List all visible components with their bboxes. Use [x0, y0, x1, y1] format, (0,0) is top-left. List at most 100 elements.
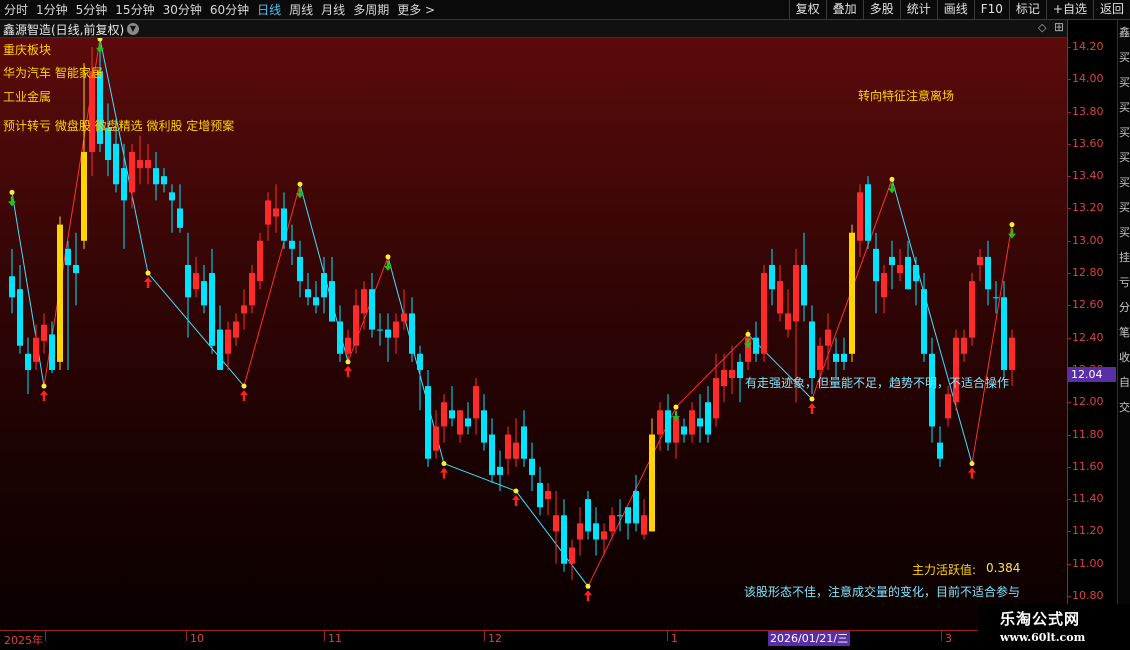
candle[interactable] [849, 224, 855, 362]
candle[interactable] [505, 426, 511, 475]
candle[interactable] [65, 240, 71, 370]
candle[interactable] [209, 248, 215, 354]
candle[interactable] [393, 313, 399, 354]
candle[interactable] [489, 418, 495, 483]
candle[interactable] [617, 499, 623, 532]
candle[interactable] [121, 143, 127, 249]
candle[interactable] [329, 256, 335, 322]
candle[interactable] [129, 143, 135, 209]
candle[interactable] [681, 418, 687, 443]
candle[interactable] [897, 248, 903, 282]
candle[interactable] [337, 305, 343, 362]
candle[interactable] [737, 353, 743, 403]
candle[interactable] [761, 264, 767, 362]
overlay-button[interactable]: 叠加 [825, 0, 863, 20]
candle[interactable] [545, 482, 551, 516]
tab-15min[interactable]: 15分钟 [111, 0, 158, 20]
candle[interactable] [937, 426, 943, 467]
candle[interactable] [409, 297, 415, 362]
candle[interactable] [1001, 281, 1007, 379]
candle[interactable] [41, 313, 47, 354]
candle[interactable] [873, 232, 879, 314]
candle[interactable] [513, 418, 519, 467]
candle[interactable] [945, 386, 951, 427]
candle[interactable] [913, 256, 919, 306]
candle[interactable] [9, 248, 15, 314]
candle[interactable] [297, 240, 303, 298]
candle[interactable] [161, 168, 167, 193]
tab-daily[interactable]: 日线 [253, 0, 285, 20]
candle[interactable] [105, 103, 111, 177]
candle[interactable] [649, 418, 655, 532]
candle[interactable] [537, 466, 543, 516]
candle[interactable] [305, 273, 311, 306]
candle[interactable] [217, 305, 223, 370]
candle[interactable] [561, 499, 567, 572]
tab-5min[interactable]: 5分钟 [72, 0, 112, 20]
candle[interactable] [841, 337, 847, 370]
candle[interactable] [201, 264, 207, 314]
candle[interactable] [417, 345, 423, 411]
tab-monthly[interactable]: 月线 [317, 0, 349, 20]
candle[interactable] [441, 394, 447, 443]
expand-icon[interactable]: ⊞ [1054, 20, 1064, 34]
candle[interactable] [529, 442, 535, 492]
candle[interactable] [273, 184, 279, 233]
candle[interactable] [705, 386, 711, 443]
kline-chart-area[interactable] [0, 20, 1067, 630]
candle[interactable] [753, 321, 759, 362]
multi-stock-button[interactable]: 多股 [862, 0, 900, 20]
candle[interactable] [801, 232, 807, 322]
candle[interactable] [281, 192, 287, 249]
candle[interactable] [353, 289, 359, 354]
candle[interactable] [17, 264, 23, 354]
candle[interactable] [33, 324, 39, 370]
add-watchlist-button[interactable]: +自选 [1045, 0, 1093, 20]
tab-60min[interactable]: 60分钟 [206, 0, 253, 20]
candle[interactable] [193, 256, 199, 298]
candle[interactable] [585, 491, 591, 540]
candle[interactable] [601, 523, 607, 556]
candle[interactable] [361, 281, 367, 330]
candle[interactable] [137, 135, 143, 185]
candle[interactable] [449, 386, 455, 427]
candle[interactable] [225, 321, 231, 370]
candle[interactable] [985, 240, 991, 306]
candle[interactable] [497, 450, 503, 492]
candle[interactable] [257, 232, 263, 290]
candle[interactable] [577, 507, 583, 556]
candle[interactable] [865, 176, 871, 249]
side-strip[interactable]: 鑫买买买买买买买买挂亏分笔收自交 [1117, 20, 1130, 630]
candle[interactable] [473, 378, 479, 435]
candle[interactable] [25, 337, 31, 395]
tab-weekly[interactable]: 周线 [285, 0, 317, 20]
candle[interactable] [177, 184, 183, 233]
candle[interactable] [953, 329, 959, 411]
tab-1min[interactable]: 1分钟 [32, 0, 72, 20]
candle[interactable] [977, 248, 983, 282]
candlestick-chart[interactable] [0, 20, 1067, 630]
candle[interactable] [521, 410, 527, 467]
tab-more[interactable]: 更多 > [393, 0, 439, 20]
candle[interactable] [833, 337, 839, 379]
candle[interactable] [233, 313, 239, 346]
candle[interactable] [969, 273, 975, 346]
candle[interactable] [593, 507, 599, 556]
candle[interactable] [81, 63, 87, 249]
candle[interactable] [777, 264, 783, 322]
candle[interactable] [265, 192, 271, 241]
candle[interactable] [385, 313, 391, 362]
candle[interactable] [625, 507, 631, 540]
candle[interactable] [145, 143, 151, 185]
chevron-down-icon[interactable]: ▼ [127, 23, 139, 35]
candle[interactable] [57, 216, 63, 370]
candle[interactable] [889, 240, 895, 290]
candle[interactable] [785, 289, 791, 338]
candle[interactable] [457, 410, 463, 443]
candle[interactable] [241, 289, 247, 330]
candle[interactable] [249, 264, 255, 314]
candle[interactable] [169, 184, 175, 233]
candle[interactable] [49, 321, 55, 374]
candle[interactable] [153, 151, 159, 201]
candle[interactable] [665, 394, 671, 451]
